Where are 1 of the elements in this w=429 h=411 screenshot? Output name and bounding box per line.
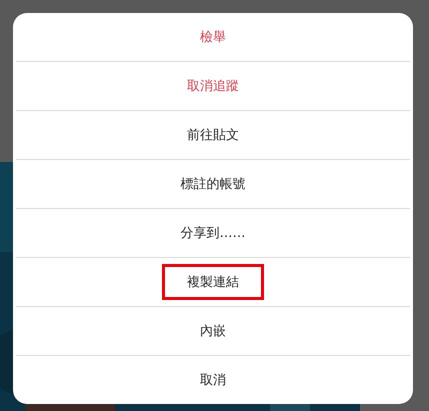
menu-item[interactable]: 複製連結	[162, 264, 264, 300]
